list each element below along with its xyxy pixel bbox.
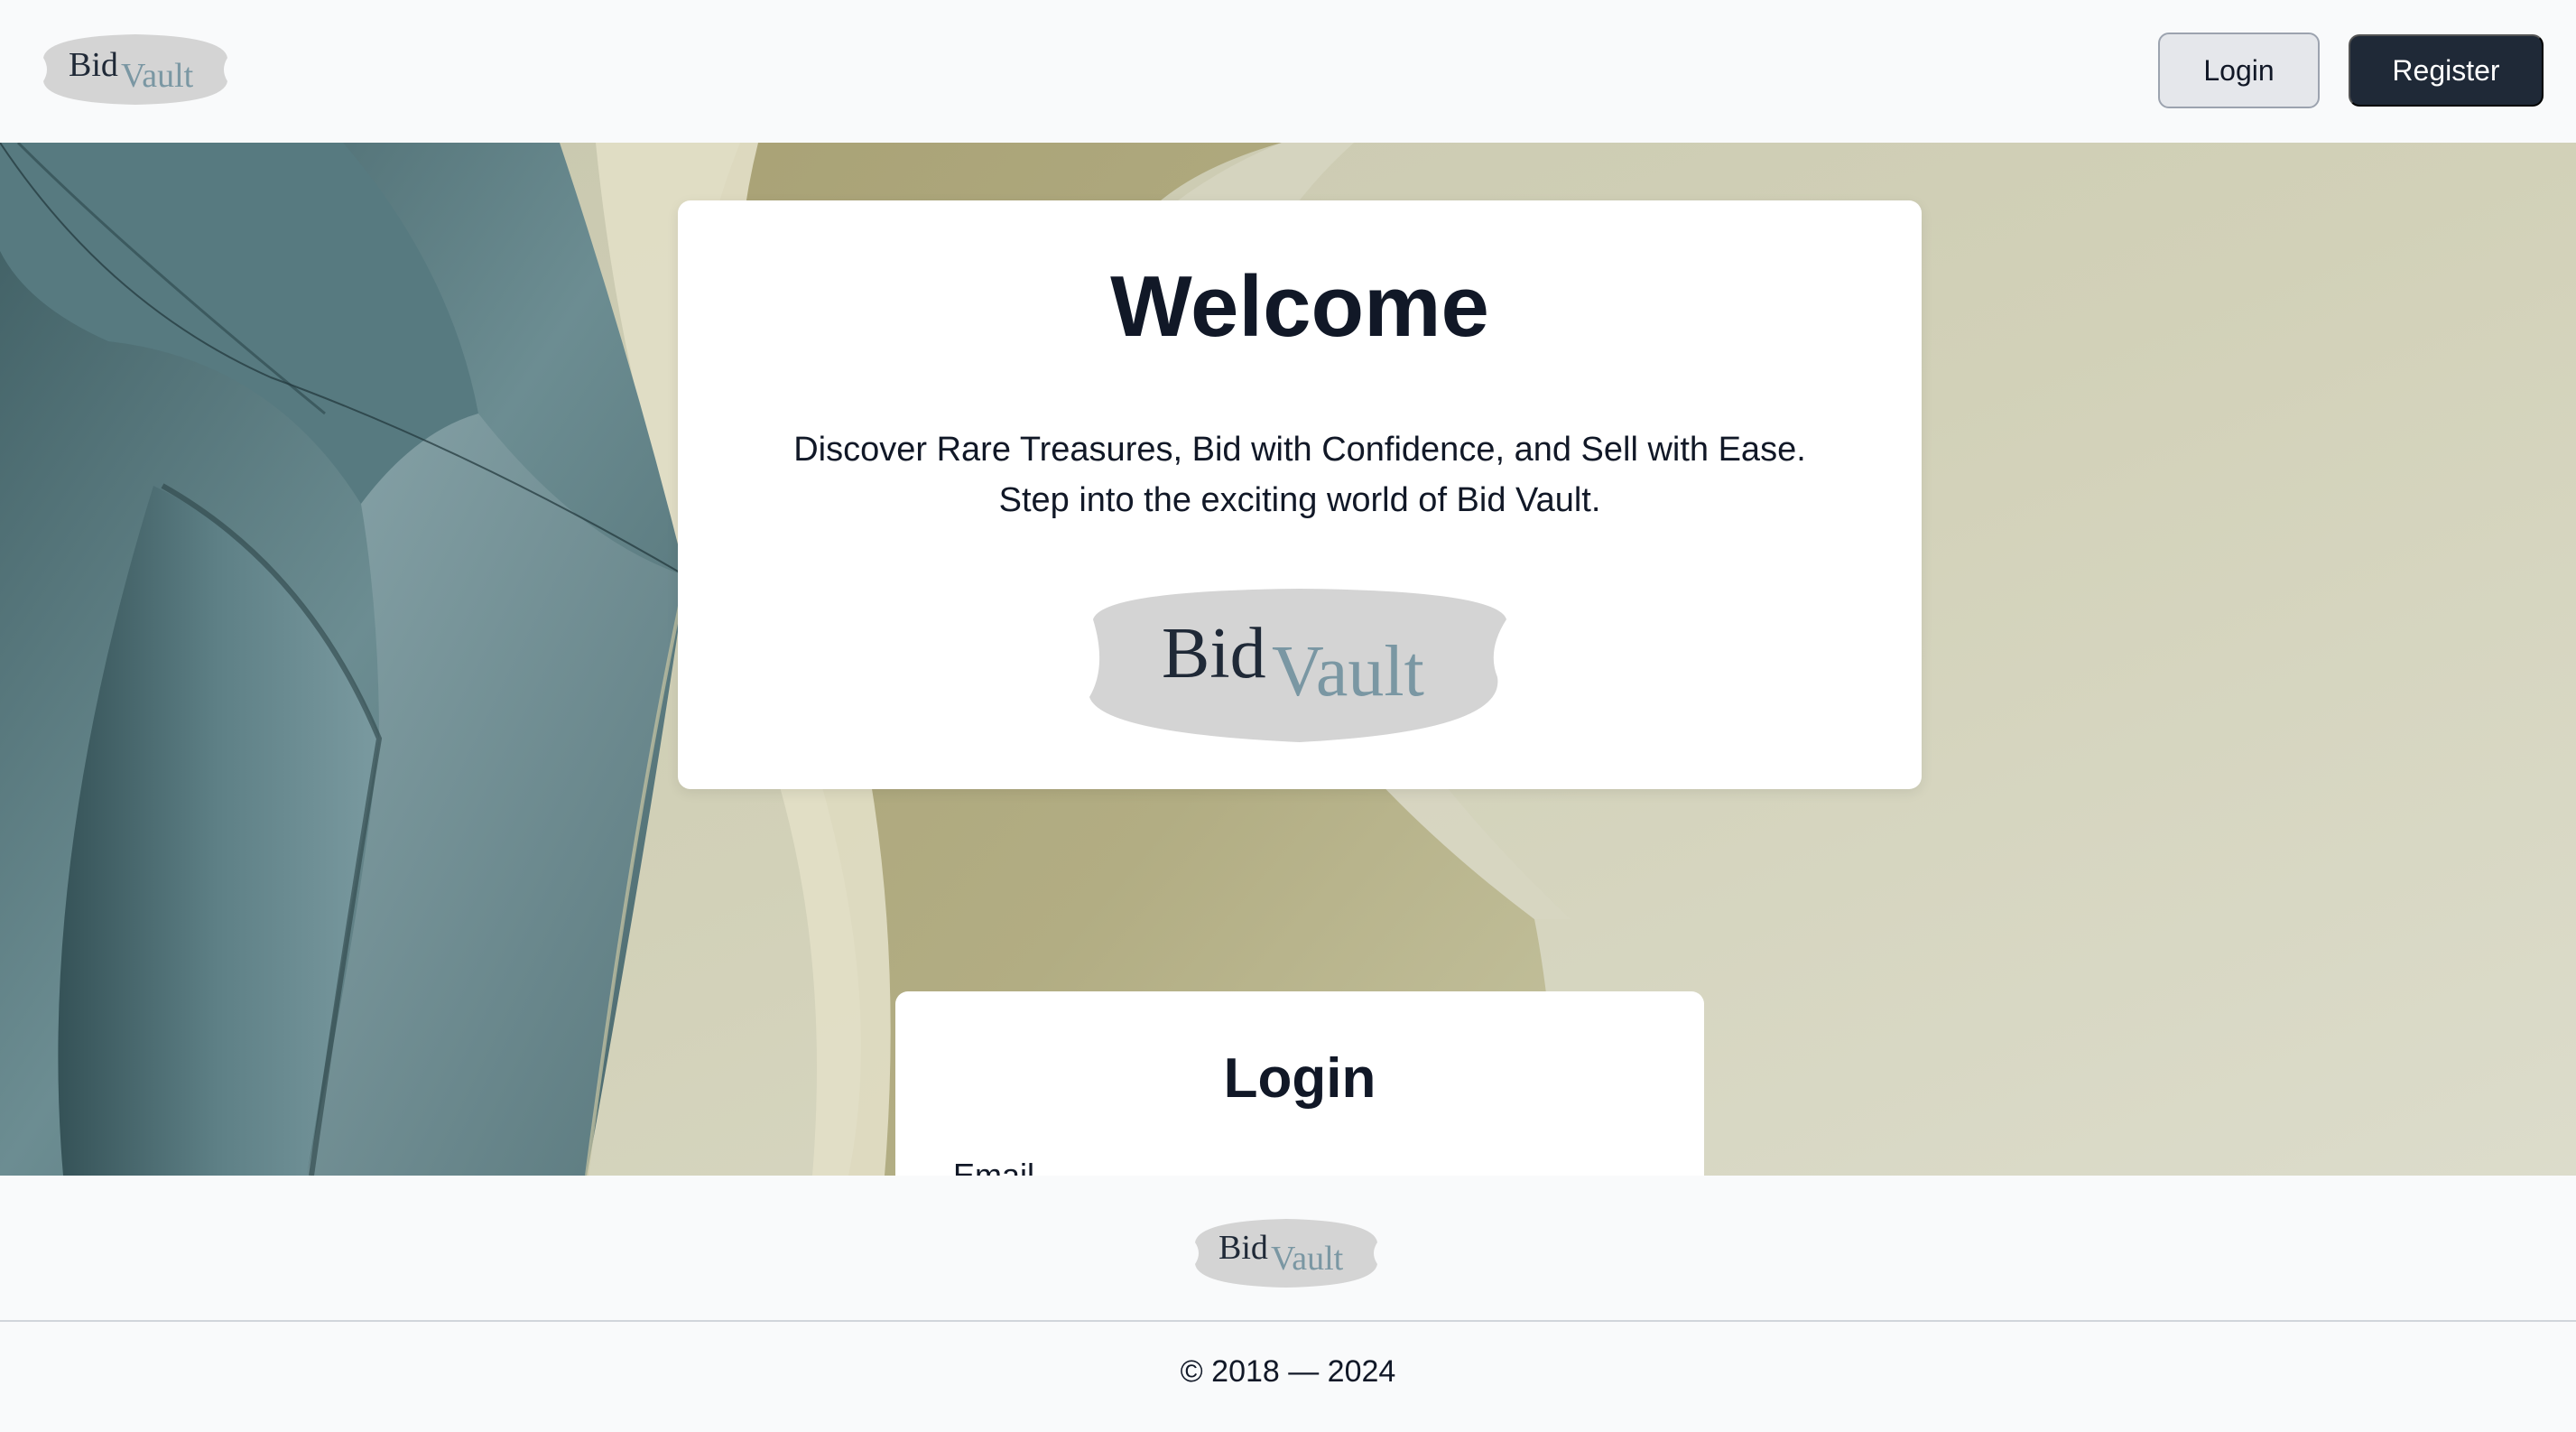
header-logo[interactable]: Bid Vault — [34, 31, 236, 108]
logo-text-bid: Bid — [69, 46, 118, 84]
login-button[interactable]: Login — [2158, 33, 2320, 108]
welcome-description: Discover Rare Treasures, Bid with Confid… — [732, 424, 1867, 525]
page: Bid Vault Login Register Welcome Discove… — [0, 0, 2576, 1432]
logo-text-vault: Vault — [121, 57, 194, 95]
welcome-logo: Bid Vault — [1086, 587, 1514, 746]
logo-text-bid: Bid — [1219, 1229, 1268, 1267]
footer-logo[interactable]: Bid Vault — [1186, 1215, 1386, 1291]
top-navbar: Bid Vault Login Register — [0, 0, 2576, 143]
login-title: Login — [1223, 1047, 1376, 1110]
welcome-line-2: Step into the exciting world of Bid Vaul… — [998, 481, 1601, 519]
logo-text-vault: Vault — [1271, 1240, 1344, 1278]
copyright-text: © 2018 — 2024 — [1180, 1354, 1396, 1389]
footer: Bid Vault © 2018 — 2024 — [0, 1176, 2576, 1432]
welcome-card: Welcome Discover Rare Treasures, Bid wit… — [678, 200, 1922, 789]
welcome-title: Welcome — [1110, 258, 1489, 355]
register-button[interactable]: Register — [2349, 34, 2544, 107]
logo-text-bid: Bid — [1162, 614, 1266, 693]
footer-divider — [0, 1320, 2576, 1322]
logo-text-vault: Vault — [1272, 632, 1424, 711]
welcome-line-1: Discover Rare Treasures, Bid with Confid… — [793, 431, 1806, 469]
